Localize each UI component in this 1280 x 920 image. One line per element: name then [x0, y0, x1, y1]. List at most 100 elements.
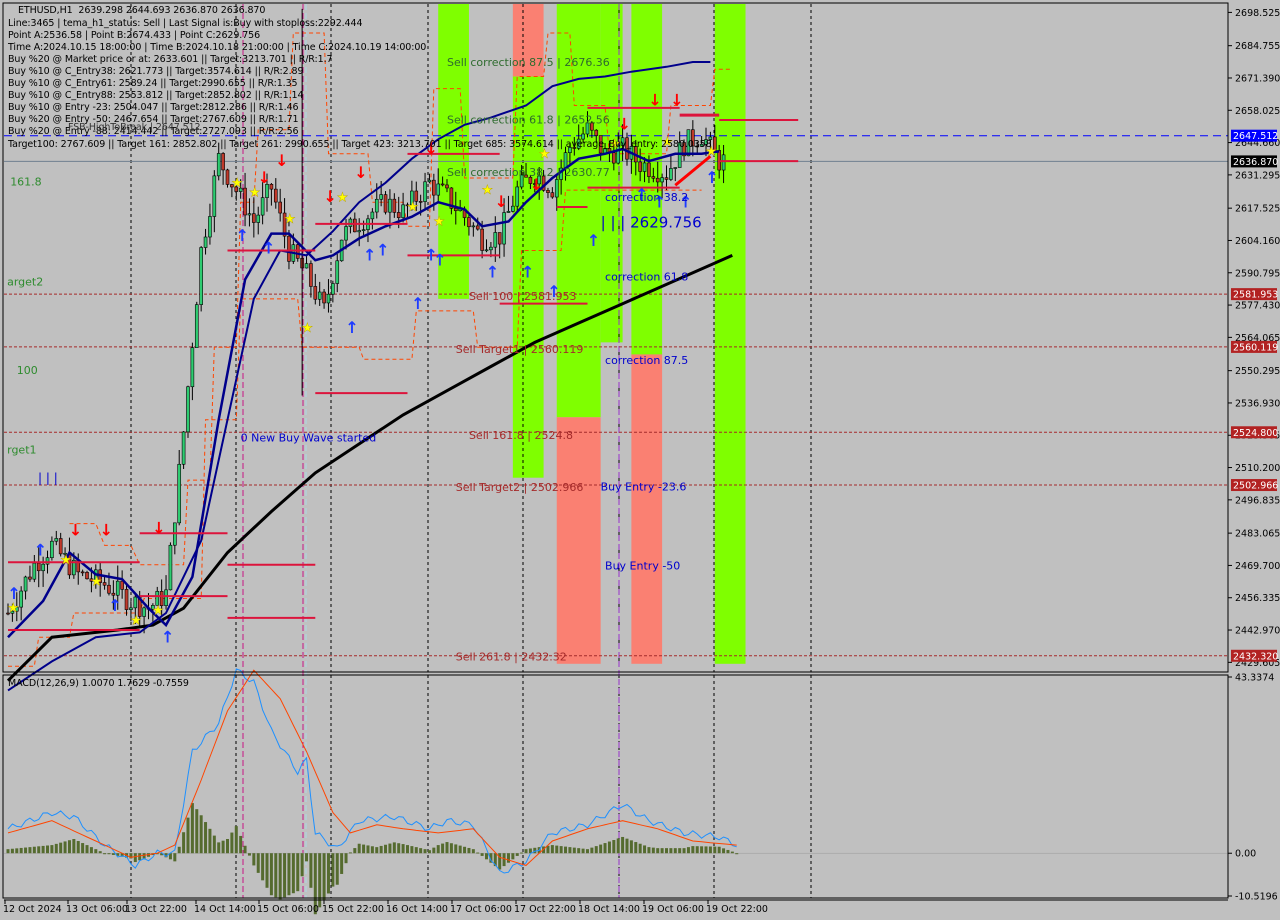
wave-marker: | | |	[38, 471, 58, 485]
candle-bear	[383, 194, 388, 213]
macd-histogram-bar	[585, 849, 589, 854]
macd-histogram-bar	[480, 853, 484, 856]
macd-histogram-bar	[107, 853, 111, 855]
price-tick-label: 2590.795	[1235, 268, 1280, 279]
candle-bull	[133, 596, 138, 609]
candle-bear	[475, 225, 480, 230]
macd-histogram-bar	[590, 847, 594, 854]
macd-histogram-bar	[445, 842, 449, 854]
macd-histogram-bar	[353, 848, 357, 854]
macd-histogram-bar	[247, 853, 251, 856]
sell-arrow-icon: ↓	[323, 187, 336, 206]
macd-histogram-bar	[722, 848, 726, 854]
chart-canvas[interactable]: ↑↑↑↑↑↑↑↑ ↑↑↑↑↑ ↑↑↑↑ ↑ ↑↑↓ ↓ ↓↓↓↓↓↓↓↓↓↓ ↓★★★★★★★…	[0, 0, 1280, 920]
sell-arrow-icon: ↓	[258, 168, 271, 187]
sell-arrow-icon: ↓	[152, 518, 165, 537]
macd-histogram-bar	[226, 838, 229, 854]
candle-bull	[203, 236, 208, 248]
macd-histogram-bar	[59, 842, 63, 854]
candle-bear	[252, 213, 256, 223]
macd-histogram-bar	[243, 845, 247, 854]
macd-histogram-bar	[366, 845, 370, 854]
price-tick-label: 2631.295	[1235, 170, 1280, 181]
star-icon: ★	[337, 190, 349, 205]
macd-histogram-bar	[111, 853, 115, 855]
candle-bull	[344, 226, 348, 241]
chart-annotation: 0 New Buy Wave started	[241, 431, 377, 444]
buy-arrow-icon: ↑	[7, 584, 20, 603]
macd-histogram-bar	[397, 843, 401, 854]
macd-histogram-bar	[138, 853, 142, 861]
price-tick-label: 2442.970	[1235, 626, 1280, 637]
candle-bull	[326, 293, 331, 304]
signal-zone	[556, 417, 601, 664]
macd-histogram-bar	[67, 840, 71, 854]
macd-histogram-bar	[546, 845, 550, 854]
macd-histogram-bar	[384, 844, 388, 854]
candle-bull	[370, 211, 375, 220]
macd-histogram-bar	[300, 853, 304, 877]
buy-arrow-icon: ↑	[486, 262, 499, 281]
chart-annotation: Sell correction 38.2 | 2630.77	[447, 166, 610, 179]
time-tick-label: 17 Oct 06:00	[450, 904, 512, 915]
macd-histogram-bar	[454, 844, 458, 854]
zone-layer	[438, 4, 746, 664]
macd-histogram-bar	[559, 846, 563, 854]
macd-histogram-bar	[704, 846, 708, 854]
chart-annotation: 100	[17, 364, 38, 377]
candle-bull	[401, 204, 405, 218]
star-icon: ★	[284, 212, 296, 227]
buy-arrow-icon: ↑	[705, 168, 718, 187]
candle-bull	[642, 162, 647, 172]
time-tick-label: 16 Oct 14:00	[386, 904, 448, 915]
macd-histogram-bar	[173, 853, 177, 862]
macd-histogram-bar	[212, 835, 216, 854]
macd-histogram-bar	[379, 845, 383, 854]
macd-histogram-bar	[647, 847, 651, 854]
macd-histogram-bar	[54, 843, 58, 854]
sell-arrow-icon: ↓	[275, 151, 288, 170]
macd-histogram-bar	[427, 850, 431, 854]
macd-histogram-bar	[252, 853, 256, 866]
macd-histogram-bar	[555, 845, 559, 854]
price-tick-label: 2698.525	[1235, 8, 1280, 19]
macd-histogram-bar	[291, 853, 295, 894]
candle-bull	[23, 576, 28, 592]
candle-bull	[181, 431, 186, 465]
macd-histogram-bar	[190, 803, 194, 854]
time-tick-label: 15 Oct 06:00	[257, 904, 319, 915]
candle-bear	[287, 235, 291, 262]
macd-signal-line	[7, 669, 737, 866]
macd-histogram-bar	[81, 843, 85, 854]
macd-histogram-bar	[37, 846, 41, 854]
macd-histogram-bar	[625, 838, 629, 854]
candle-bear	[309, 263, 313, 287]
macd-histogram-bar	[278, 853, 282, 900]
chart-annotation: correction 38.2	[605, 191, 688, 204]
macd-histogram-bar	[577, 848, 581, 854]
info-line: Time A:2024.10.15 18:00:00 | Time B:2024…	[8, 42, 427, 53]
time-tick-label: 19 Oct 06:00	[642, 904, 704, 915]
candle-bull	[256, 214, 261, 223]
candle-bear	[85, 571, 89, 580]
macd-histogram-bar	[283, 853, 287, 898]
candle-bear	[102, 582, 107, 586]
macd-histogram-bar	[256, 853, 260, 873]
macd-histogram-bar	[612, 840, 616, 854]
buy-arrow-icon: ↑	[236, 226, 249, 245]
price-tag-label: 2581.953	[1233, 290, 1278, 301]
time-tick-label: 14 Oct 14:00	[194, 904, 256, 915]
macd-histogram-bar	[340, 853, 344, 874]
macd-histogram-bar	[309, 853, 313, 888]
candle-bear	[396, 212, 401, 218]
macd-histogram-bar	[305, 853, 309, 862]
candle-bear	[546, 190, 550, 193]
candle-bull	[164, 589, 168, 606]
segment-layer	[8, 106, 799, 631]
macd-histogram-bar	[6, 849, 10, 854]
candle-bear	[353, 218, 357, 233]
macd-histogram-bar	[463, 846, 467, 854]
info-line: Point A:2536.58 | Point B:2674.433 | Poi…	[8, 30, 261, 41]
candle-bear	[664, 177, 669, 180]
price-tick-label: 2671.390	[1235, 73, 1280, 84]
